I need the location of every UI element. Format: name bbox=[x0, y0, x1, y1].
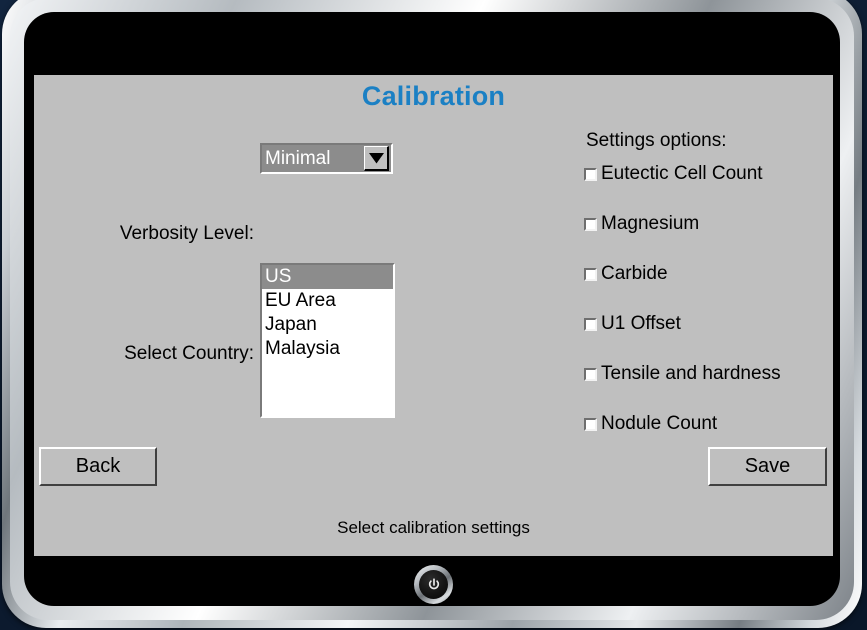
checkbox-icon[interactable] bbox=[584, 417, 597, 431]
checkbox-row-nodule-count[interactable]: Nodule Count bbox=[584, 413, 717, 435]
checkbox-icon[interactable] bbox=[584, 267, 597, 281]
checkbox-icon[interactable] bbox=[584, 217, 597, 231]
application-panel: Calibration Verbosity Level: Minimal Sel… bbox=[34, 75, 833, 556]
checkbox-icon[interactable] bbox=[584, 167, 597, 181]
checkbox-row-carbide[interactable]: Carbide bbox=[584, 263, 668, 285]
list-item[interactable]: US bbox=[262, 265, 393, 289]
checkbox-label: U1 Offset bbox=[601, 313, 681, 334]
status-text: Select calibration settings bbox=[337, 518, 530, 537]
checkbox-icon[interactable] bbox=[584, 367, 597, 381]
checkbox-label: Tensile and hardness bbox=[601, 363, 781, 384]
checkbox-label: Eutectic Cell Count bbox=[601, 163, 763, 184]
power-icon[interactable] bbox=[419, 570, 448, 599]
list-item[interactable]: Japan bbox=[262, 313, 393, 337]
checkbox-label: Carbide bbox=[601, 263, 668, 284]
country-listbox[interactable]: US EU Area Japan Malaysia bbox=[260, 263, 395, 418]
list-item[interactable]: Malaysia bbox=[262, 337, 393, 361]
verbosity-level-value: Minimal bbox=[265, 147, 331, 169]
power-button[interactable] bbox=[414, 565, 453, 604]
checkbox-icon[interactable] bbox=[584, 317, 597, 331]
checkbox-row-magnesium[interactable]: Magnesium bbox=[584, 213, 699, 235]
list-item[interactable]: EU Area bbox=[262, 289, 393, 313]
checkbox-label: Nodule Count bbox=[601, 413, 718, 434]
chevron-down-icon[interactable] bbox=[364, 146, 389, 171]
checkbox-row-tensile-and-hardness[interactable]: Tensile and hardness bbox=[584, 363, 781, 385]
verbosity-level-label: Verbosity Level: bbox=[119, 223, 254, 244]
back-button[interactable]: Back bbox=[39, 447, 157, 486]
settings-options-heading: Settings options: bbox=[586, 130, 727, 151]
checkbox-row-u1-offset[interactable]: U1 Offset bbox=[584, 313, 681, 335]
verbosity-level-dropdown[interactable]: Minimal bbox=[260, 143, 393, 174]
page-title: Calibration bbox=[361, 81, 506, 111]
checkbox-label: Magnesium bbox=[601, 213, 700, 234]
select-country-label: Select Country: bbox=[124, 343, 254, 364]
screen-root: Calibration Verbosity Level: Minimal Sel… bbox=[0, 0, 867, 630]
checkbox-row-eutectic-cell-count[interactable]: Eutectic Cell Count bbox=[584, 163, 763, 185]
save-button[interactable]: Save bbox=[708, 447, 827, 486]
